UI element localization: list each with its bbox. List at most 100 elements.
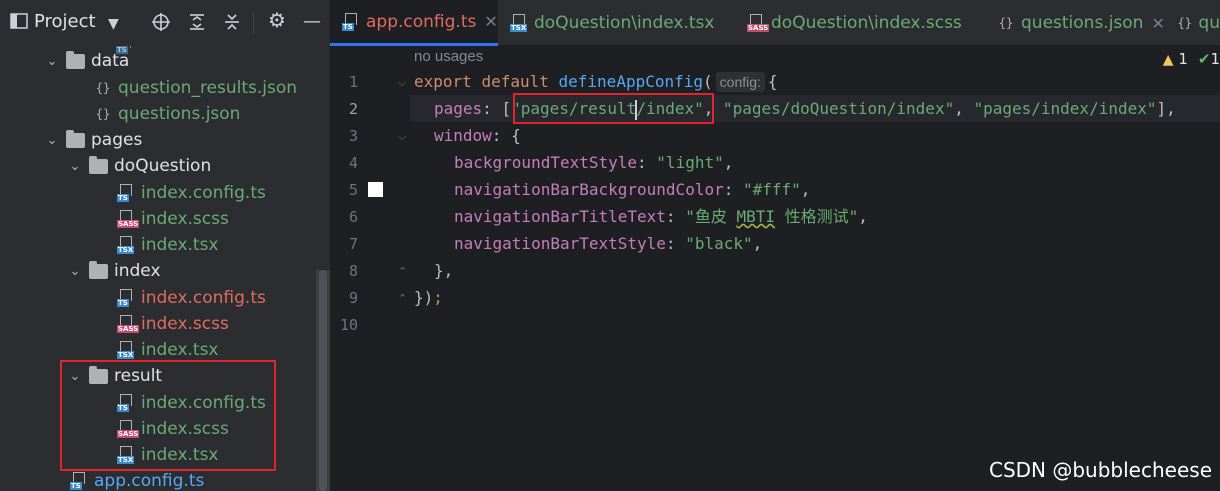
line-number: 7 [348, 235, 358, 253]
project-window-icon [10, 13, 28, 34]
chevron-down-icon[interactable]: ⌄ [67, 159, 83, 174]
line-number: 9 [348, 289, 358, 307]
code-line-4: backgroundTextStyle: "light", [454, 153, 734, 172]
code-line-3: window: { [434, 126, 521, 145]
tree-item-label: pages [91, 130, 143, 150]
project-title[interactable]: Project [34, 11, 96, 32]
param-hint: config: [715, 72, 765, 92]
tree-item-label: questions.json [118, 104, 241, 124]
tab-doquestion-scss[interactable]: SASS doQuestion\index.scss [735, 0, 985, 46]
tree-folder-index[interactable]: ⌄ index [67, 258, 161, 284]
fold-marker-icon[interactable]: ⌃ [398, 265, 407, 278]
line-number: 4 [348, 154, 358, 172]
chevron-down-icon[interactable]: ⌄ [44, 54, 60, 69]
code-line-5: navigationBarBackgroundColor: "#fff", [454, 180, 811, 199]
project-panel-header: Project ▼ ⚙ — [0, 0, 330, 46]
usages-hint[interactable]: no usages [414, 48, 483, 65]
line-number: 6 [348, 208, 358, 226]
line-gutter: 1 2 3 4 5 6 7 8 9 10 ⌵ ⌵ ⌃ ⌃ [330, 46, 407, 491]
ts-file-icon: TS [342, 12, 360, 31]
tree-item-label: app.config.ts [94, 471, 205, 491]
scrollbar-thumb[interactable] [319, 270, 327, 491]
chevron-down-icon[interactable]: ⌄ [67, 264, 83, 279]
json-file-icon: {} [95, 81, 111, 95]
sass-file-icon: SASS [117, 315, 140, 333]
json-file-icon: {} [1177, 16, 1192, 30]
tree-item-label: index.config.ts [141, 288, 266, 308]
tree-item-label: index [114, 261, 161, 281]
result-folder-highlight [60, 360, 276, 471]
crosshair-icon[interactable] [151, 12, 171, 37]
tab-questions-json[interactable]: {} questions.json ✕ [985, 0, 1165, 46]
tsx-file-icon: TSX [510, 14, 528, 32]
code-line-1: export default defineAppConfig(config:{ [414, 72, 778, 92]
folder-icon [66, 129, 85, 148]
json-file-icon: {} [998, 16, 1014, 30]
sass-file-icon: SASS [747, 14, 770, 32]
fold-marker-icon[interactable]: ⌵ [398, 76, 406, 90]
line-number: 8 [348, 262, 358, 280]
tab-partial[interactable]: {} qu [1165, 0, 1220, 46]
tree-item-label: question_results.json [118, 78, 298, 98]
json-file-icon: {} [95, 107, 111, 121]
tsx-file-icon: TSX [117, 341, 135, 359]
tree-folder-pages[interactable]: ⌄ pages [44, 127, 142, 153]
dropdown-chevron-icon[interactable]: ▼ [108, 14, 119, 34]
fold-marker-icon[interactable]: ⌃ [398, 292, 407, 305]
tab-doquestion-tsx[interactable]: TSX doQuestion\index.tsx [498, 0, 734, 46]
tree-item-label: index.tsx [141, 235, 219, 255]
editor-tabs: TS app.config.ts ✕ TSX doQuestion\index.… [330, 0, 1220, 46]
tree-item-label: index.scss [141, 209, 229, 229]
folder-icon [66, 50, 85, 69]
ts-file-icon: TS [117, 184, 135, 202]
tree-file-question-results[interactable]: {} question_results.json [94, 75, 297, 101]
tsx-file-icon: TSX [117, 236, 135, 254]
ts-file-icon: TS [117, 289, 135, 307]
tab-label: doQuestion\index.tsx [534, 13, 715, 33]
folder-icon [89, 260, 108, 279]
pages-result-highlight [513, 93, 714, 124]
tree-file-doquestion-tsx[interactable]: TSX index.tsx [117, 232, 219, 258]
collapse-all-icon[interactable] [222, 12, 242, 37]
tree-item-label: doQuestion [114, 156, 212, 176]
tab-label: app.config.ts [366, 11, 477, 32]
chevron-down-icon[interactable]: ⌄ [44, 133, 60, 148]
tab-label: doQuestion\index.scss [771, 13, 962, 33]
code-editor: TS app.config.ts ✕ TSX doQuestion\index.… [330, 0, 1220, 491]
folder-icon [89, 155, 108, 174]
line-number: 10 [339, 316, 358, 334]
tree-file-doquestion-scss[interactable]: SASS index.scss [117, 206, 229, 232]
close-icon[interactable]: ✕ [484, 12, 497, 31]
tree-file-index-scss[interactable]: SASS index.scss [117, 311, 229, 337]
tree-file-index-config[interactable]: TS index.config.ts [117, 285, 266, 311]
line-number: 3 [348, 127, 358, 145]
tree-file-app-config[interactable]: TS app.config.ts [70, 468, 204, 491]
line-number: 5 [348, 181, 358, 199]
watermark: CSDN @bubblecheese [988, 458, 1212, 482]
close-icon[interactable]: ✕ [1151, 14, 1164, 33]
tree-item-label: index.scss [141, 314, 229, 334]
expand-all-icon[interactable] [187, 12, 207, 37]
tab-label: qu [1198, 13, 1220, 33]
project-tree-scrollbar[interactable] [316, 270, 330, 491]
color-preview-swatch[interactable] [368, 182, 383, 197]
tree-file-questions[interactable]: {} questions.json [94, 101, 241, 127]
tree-item-label: index.tsx [141, 340, 219, 360]
tree-file-doquestion-config[interactable]: TS index.config.ts [117, 180, 266, 206]
tab-app-config[interactable]: TS app.config.ts ✕ [330, 0, 498, 46]
tree-item-label: data [91, 51, 130, 71]
code-line-9: }); [414, 288, 443, 307]
ts-file-icon: TS [70, 472, 88, 490]
gear-icon[interactable]: ⚙ [268, 10, 286, 30]
line-number: 2 [348, 100, 358, 118]
tree-item-label: index.config.ts [141, 183, 266, 203]
minimize-icon[interactable]: — [303, 12, 321, 32]
tree-folder-data[interactable]: ⌄ data [44, 48, 129, 74]
header-divider [253, 12, 254, 34]
tree-folder-doquestion[interactable]: ⌄ doQuestion [67, 153, 211, 179]
code-line-6: navigationBarTitleText: "鱼皮 MBTI 性格测试", [454, 207, 868, 226]
tab-label: questions.json [1021, 13, 1144, 33]
line-number: 1 [348, 73, 358, 91]
sass-file-icon: SASS [117, 210, 140, 228]
fold-marker-icon[interactable]: ⌵ [398, 130, 406, 144]
